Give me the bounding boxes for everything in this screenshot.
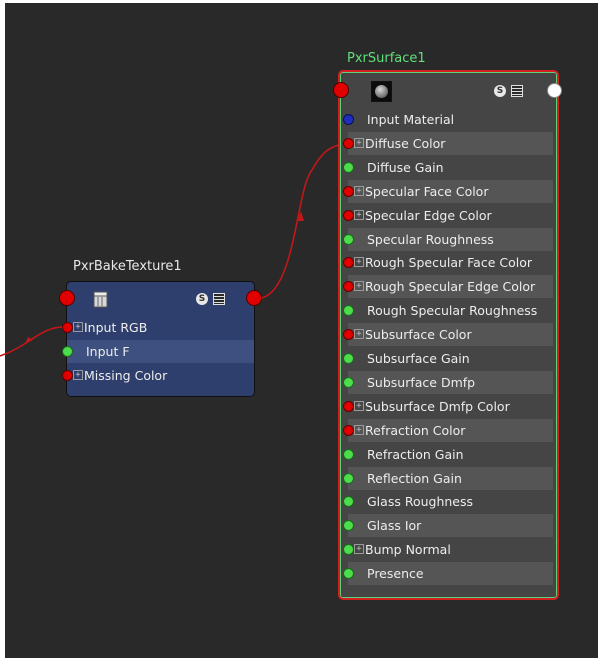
expand-icon[interactable]: + [354, 329, 364, 340]
expand-icon[interactable]: + [354, 137, 364, 148]
attribute-label: Glass Roughness [367, 494, 474, 510]
bake-output-plug[interactable] [246, 290, 262, 306]
bake-input-plug[interactable] [59, 290, 75, 306]
attribute-label: Input Material [367, 112, 455, 127]
attribute-row-glass-ior[interactable]: Glass Ior [343, 514, 553, 538]
attribute-row-subsurface-dmfp[interactable]: Subsurface Dmfp [343, 370, 553, 394]
swatch-toggle-icon[interactable]: S [196, 293, 208, 305]
plug-glass-ior[interactable] [343, 520, 354, 532]
node-title-pxrbaketexture[interactable]: PxrBakeTexture1 [73, 259, 182, 274]
swatch-toggle-icon[interactable]: S [494, 85, 506, 97]
attribute-label: Specular Roughness [367, 231, 494, 247]
plug-specular-roughness[interactable] [343, 233, 354, 245]
plug-rough-specular-edge-color[interactable] [343, 281, 354, 293]
attribute-row-refraction-gain[interactable]: Refraction Gain [343, 443, 553, 466]
plug-subsurface-color[interactable] [343, 329, 354, 341]
plug-subsurface-dmfp[interactable] [343, 376, 354, 388]
attribute-row-input-rgb[interactable]: + Input RGB [62, 316, 254, 339]
attribute-row-subsurface-gain[interactable]: Subsurface Gain [343, 347, 553, 370]
attribute-row-rough-specular-roughness[interactable]: Rough Specular Roughness [343, 299, 553, 322]
attribute-label: Specular Face Color [365, 183, 489, 199]
attribute-label: Subsurface Dmfp Color [365, 398, 510, 414]
expand-icon[interactable]: + [354, 544, 364, 555]
attribute-label: Subsurface Gain [367, 351, 470, 366]
attribute-row-missing-color[interactable]: + Missing Color [62, 364, 254, 387]
attribute-row-subsurface-dmfp-color[interactable]: + Subsurface Dmfp Color [343, 395, 553, 418]
attribute-row-specular-roughness[interactable]: Specular Roughness [343, 227, 553, 251]
plug-diffuse-color[interactable] [343, 137, 354, 149]
attribute-row-refraction-color[interactable]: + Refraction Color [343, 418, 553, 442]
attribute-list-icon[interactable] [213, 293, 225, 305]
surface-input-plug[interactable] [333, 82, 349, 98]
attribute-label: Specular Edge Color [365, 207, 492, 223]
attribute-label: Refraction Gain [367, 446, 464, 462]
attribute-row-specular-face-color[interactable]: + Specular Face Color [343, 179, 553, 203]
plug-refraction-gain[interactable] [343, 448, 354, 460]
attribute-list-icon[interactable] [511, 85, 523, 97]
expand-icon[interactable]: + [354, 185, 364, 196]
attribute-row-diffuse-color[interactable]: + Diffuse Color [343, 131, 553, 155]
plug-reflection-gain[interactable] [343, 472, 354, 484]
attribute-label: Input F [86, 343, 130, 359]
attribute-row-glass-roughness[interactable]: Glass Roughness [343, 490, 553, 513]
plug-specular-edge-color[interactable] [343, 209, 354, 221]
attribute-label: Input RGB [84, 320, 148, 335]
expand-icon[interactable]: + [354, 281, 364, 292]
attribute-row-diffuse-gain[interactable]: Diffuse Gain [343, 156, 553, 179]
attribute-row-reflection-gain[interactable]: Reflection Gain [343, 466, 553, 490]
surface-output-plug[interactable] [547, 83, 562, 98]
attribute-label: Refraction Color [365, 422, 466, 438]
attribute-row-presence[interactable]: Presence [343, 562, 553, 586]
attribute-row-subsurface-color[interactable]: + Subsurface Color [343, 323, 553, 347]
node-pxrbaketexture[interactable]: S + Input RGB Input F + Missing Color [62, 281, 255, 397]
attribute-label: Diffuse Color [365, 135, 446, 151]
attribute-label: Missing Color [84, 367, 168, 383]
attribute-row-bump-normal[interactable]: + Bump Normal [343, 538, 553, 561]
attribute-label: Rough Specular Roughness [367, 303, 538, 319]
attribute-row-specular-edge-color[interactable]: + Specular Edge Color [343, 204, 553, 227]
attribute-label: Subsurface Dmfp [367, 374, 476, 390]
plug-rough-specular-roughness[interactable] [343, 305, 354, 317]
attribute-row-rough-specular-edge-color[interactable]: + Rough Specular Edge Color [343, 275, 553, 299]
plug-refraction-color[interactable] [343, 424, 354, 436]
plug-specular-face-color[interactable] [343, 185, 354, 197]
attribute-row-rough-specular-face-color[interactable]: + Rough Specular Face Color [343, 251, 553, 274]
expand-icon[interactable]: + [354, 209, 364, 220]
plug-missing-color[interactable] [62, 369, 73, 381]
texture-icon [93, 291, 108, 308]
plug-glass-roughness[interactable] [343, 496, 354, 508]
attribute-label: Diffuse Gain [367, 159, 444, 175]
plug-presence[interactable] [343, 568, 354, 580]
attribute-label: Glass Ior [367, 518, 422, 534]
plug-bump-normal[interactable] [343, 544, 354, 556]
plug-subsurface-dmfp-color[interactable] [343, 400, 354, 412]
attribute-row-input-f[interactable]: Input F [62, 339, 254, 363]
node-title-pxrsurface[interactable]: PxrSurface1 [347, 51, 426, 66]
plug-input-rgb[interactable] [62, 322, 73, 333]
plug-input-material[interactable] [343, 114, 354, 125]
plug-subsurface-gain[interactable] [343, 353, 354, 364]
sphere-icon [371, 81, 392, 102]
expand-icon[interactable]: + [354, 400, 364, 411]
attribute-label: Subsurface Color [365, 327, 472, 343]
expand-icon[interactable]: + [354, 257, 364, 268]
plug-rough-specular-face-color[interactable] [343, 257, 354, 269]
expand-icon[interactable]: + [73, 369, 83, 380]
plug-input-f[interactable] [62, 345, 73, 357]
attribute-label: Rough Specular Face Color [365, 255, 532, 271]
attribute-label: Reflection Gain [367, 470, 462, 486]
attribute-label: Rough Specular Edge Color [365, 279, 536, 295]
expand-icon[interactable]: + [354, 424, 364, 435]
attribute-label: Bump Normal [365, 542, 451, 558]
expand-icon[interactable]: + [73, 322, 83, 332]
attribute-row-input-material[interactable]: Input Material [343, 108, 553, 131]
node-pxrsurface[interactable]: S Input Material + Diffuse Color Diffuse Ga… [338, 70, 559, 600]
attribute-label: Presence [367, 566, 424, 582]
plug-diffuse-gain[interactable] [343, 161, 354, 173]
